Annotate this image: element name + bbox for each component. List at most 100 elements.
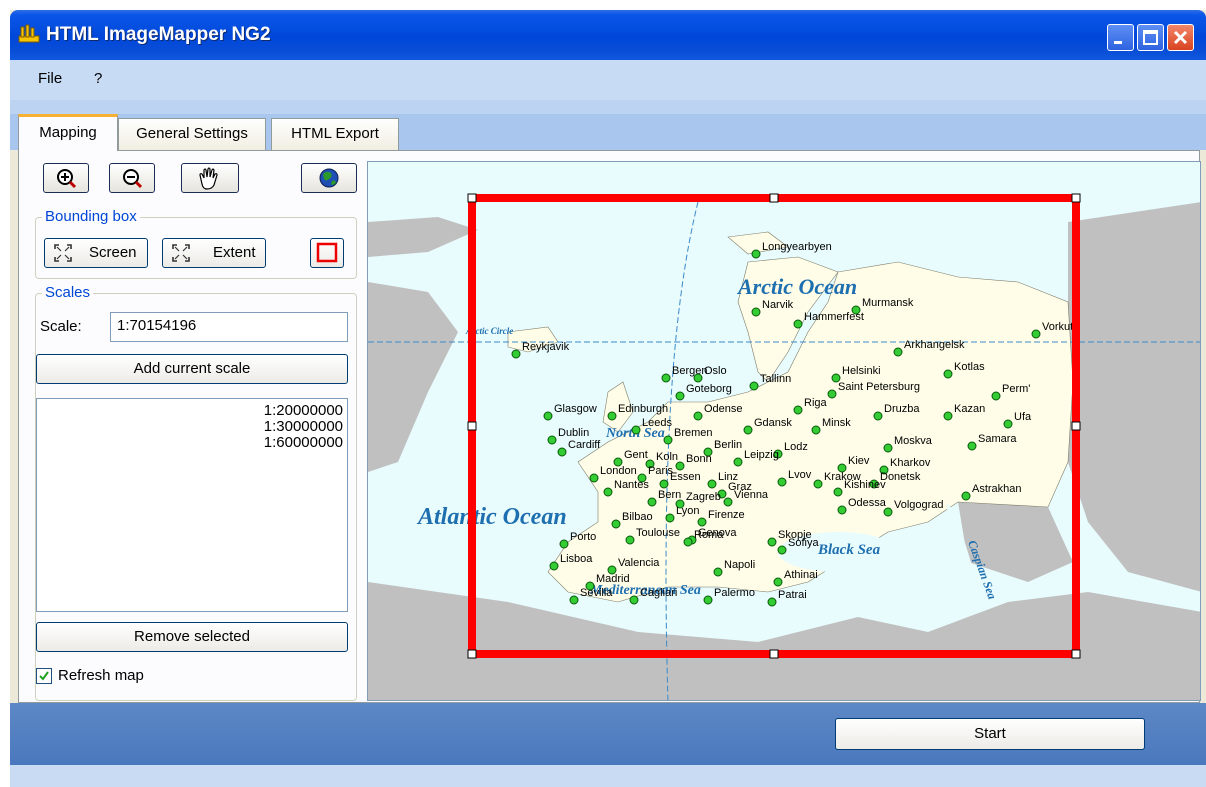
city-dot[interactable]: [893, 347, 903, 357]
city-dot[interactable]: [751, 307, 761, 317]
city-dot[interactable]: [693, 373, 703, 383]
city-label: Narvik: [762, 299, 794, 311]
city-label: Dublin: [558, 427, 589, 439]
tab-mapping[interactable]: Mapping: [18, 114, 118, 151]
city-dot[interactable]: [967, 441, 977, 451]
city-dot[interactable]: [1031, 329, 1041, 339]
city-dot[interactable]: [675, 391, 685, 401]
city-dot[interactable]: [647, 497, 657, 507]
minimize-button[interactable]: [1107, 24, 1134, 51]
city-dot[interactable]: [793, 405, 803, 415]
city-dot[interactable]: [661, 373, 671, 383]
city-dot[interactable]: [543, 411, 553, 421]
city-dot[interactable]: [811, 425, 821, 435]
city-dot[interactable]: [749, 381, 759, 391]
list-item[interactable]: 1:20000000: [37, 403, 347, 419]
city-dot[interactable]: [665, 513, 675, 523]
city-dot[interactable]: [837, 505, 847, 515]
city-dot[interactable]: [631, 425, 641, 435]
city-label: Volgograd: [894, 499, 944, 511]
screen-button[interactable]: Screen: [44, 238, 148, 268]
city-dot[interactable]: [625, 535, 635, 545]
city-label: Murmansk: [862, 297, 914, 309]
list-item[interactable]: 1:60000000: [37, 435, 347, 451]
city-dot[interactable]: [873, 411, 883, 421]
city-dot[interactable]: [589, 473, 599, 483]
menu-file[interactable]: File: [38, 70, 62, 87]
extent-button[interactable]: Extent: [162, 238, 266, 268]
pan-hand-icon: [199, 167, 218, 190]
city-dot[interactable]: [611, 519, 621, 529]
refresh-map-checkbox[interactable]: [36, 668, 52, 684]
city-dot[interactable]: [943, 369, 953, 379]
city-dot[interactable]: [883, 507, 893, 517]
maximize-icon: [1143, 30, 1158, 45]
city-dot[interactable]: [603, 487, 613, 497]
city-dot[interactable]: [659, 479, 669, 489]
pan-button[interactable]: [181, 163, 239, 193]
city-dot[interactable]: [777, 477, 787, 487]
scales-list[interactable]: 1:20000000 1:30000000 1:60000000: [36, 398, 348, 612]
city-dot[interactable]: [569, 595, 579, 605]
city-dot[interactable]: [991, 391, 1001, 401]
city-label: Odense: [704, 403, 743, 415]
europe-map[interactable]: Arctic Ocean Atlantic Ocean North Sea Bl…: [368, 162, 1201, 701]
tab-general-settings[interactable]: General Settings: [118, 118, 266, 150]
city-dot[interactable]: [883, 443, 893, 453]
city-dot[interactable]: [675, 461, 685, 471]
city-dot[interactable]: [703, 595, 713, 605]
add-current-scale-button[interactable]: Add current scale: [36, 354, 348, 384]
maximize-button[interactable]: [1137, 24, 1164, 51]
city-dot[interactable]: [663, 435, 673, 445]
city-dot[interactable]: [793, 319, 803, 329]
city-dot[interactable]: [751, 249, 761, 259]
bounding-box-label: Bounding box: [42, 208, 140, 225]
close-button[interactable]: [1167, 24, 1194, 51]
city-dot[interactable]: [713, 567, 723, 577]
city-dot[interactable]: [1003, 419, 1013, 429]
city-dot[interactable]: [961, 491, 971, 501]
city-dot[interactable]: [511, 349, 521, 359]
city-label: Lvov: [788, 469, 812, 481]
map-canvas[interactable]: Arctic Ocean Atlantic Ocean North Sea Bl…: [367, 161, 1201, 701]
city-dot[interactable]: [767, 597, 777, 607]
list-item[interactable]: 1:30000000: [37, 419, 347, 435]
city-dot[interactable]: [707, 479, 717, 489]
globe-button[interactable]: [301, 163, 357, 193]
city-dot[interactable]: [943, 411, 953, 421]
city-label: Madrid: [596, 573, 630, 585]
city-dot[interactable]: [547, 435, 557, 445]
city-dot[interactable]: [559, 539, 569, 549]
city-label: Glasgow: [554, 403, 597, 415]
tab-html-export[interactable]: HTML Export: [271, 118, 399, 150]
city-dot[interactable]: [723, 497, 733, 507]
menu-help[interactable]: ?: [94, 70, 102, 87]
city-dot[interactable]: [557, 447, 567, 457]
city-dot[interactable]: [683, 537, 693, 547]
city-dot[interactable]: [767, 537, 777, 547]
city-label: Moskva: [894, 435, 933, 447]
city-label: Oslo: [704, 365, 727, 377]
start-button[interactable]: Start: [835, 718, 1145, 750]
title-bar[interactable]: HTML ImageMapper NG2: [10, 10, 1206, 60]
city-dot[interactable]: [833, 487, 843, 497]
city-dot[interactable]: [777, 545, 787, 555]
draw-box-button[interactable]: [310, 238, 344, 268]
city-dot[interactable]: [629, 595, 639, 605]
city-dot[interactable]: [773, 577, 783, 587]
city-dot[interactable]: [693, 411, 703, 421]
remove-selected-button[interactable]: Remove selected: [36, 622, 348, 652]
city-dot[interactable]: [549, 561, 559, 571]
city-dot[interactable]: [697, 517, 707, 527]
zoom-out-button[interactable]: [109, 163, 155, 193]
city-dot[interactable]: [827, 389, 837, 399]
city-dot[interactable]: [743, 425, 753, 435]
city-label: Odessa: [848, 497, 887, 509]
city-label: Goteborg: [686, 383, 732, 395]
zoom-in-button[interactable]: [43, 163, 89, 193]
city-dot[interactable]: [813, 479, 823, 489]
city-dot[interactable]: [607, 411, 617, 421]
city-label: Helsinki: [842, 365, 881, 377]
scale-input[interactable]: 1:70154196: [110, 312, 348, 342]
city-dot[interactable]: [733, 457, 743, 467]
